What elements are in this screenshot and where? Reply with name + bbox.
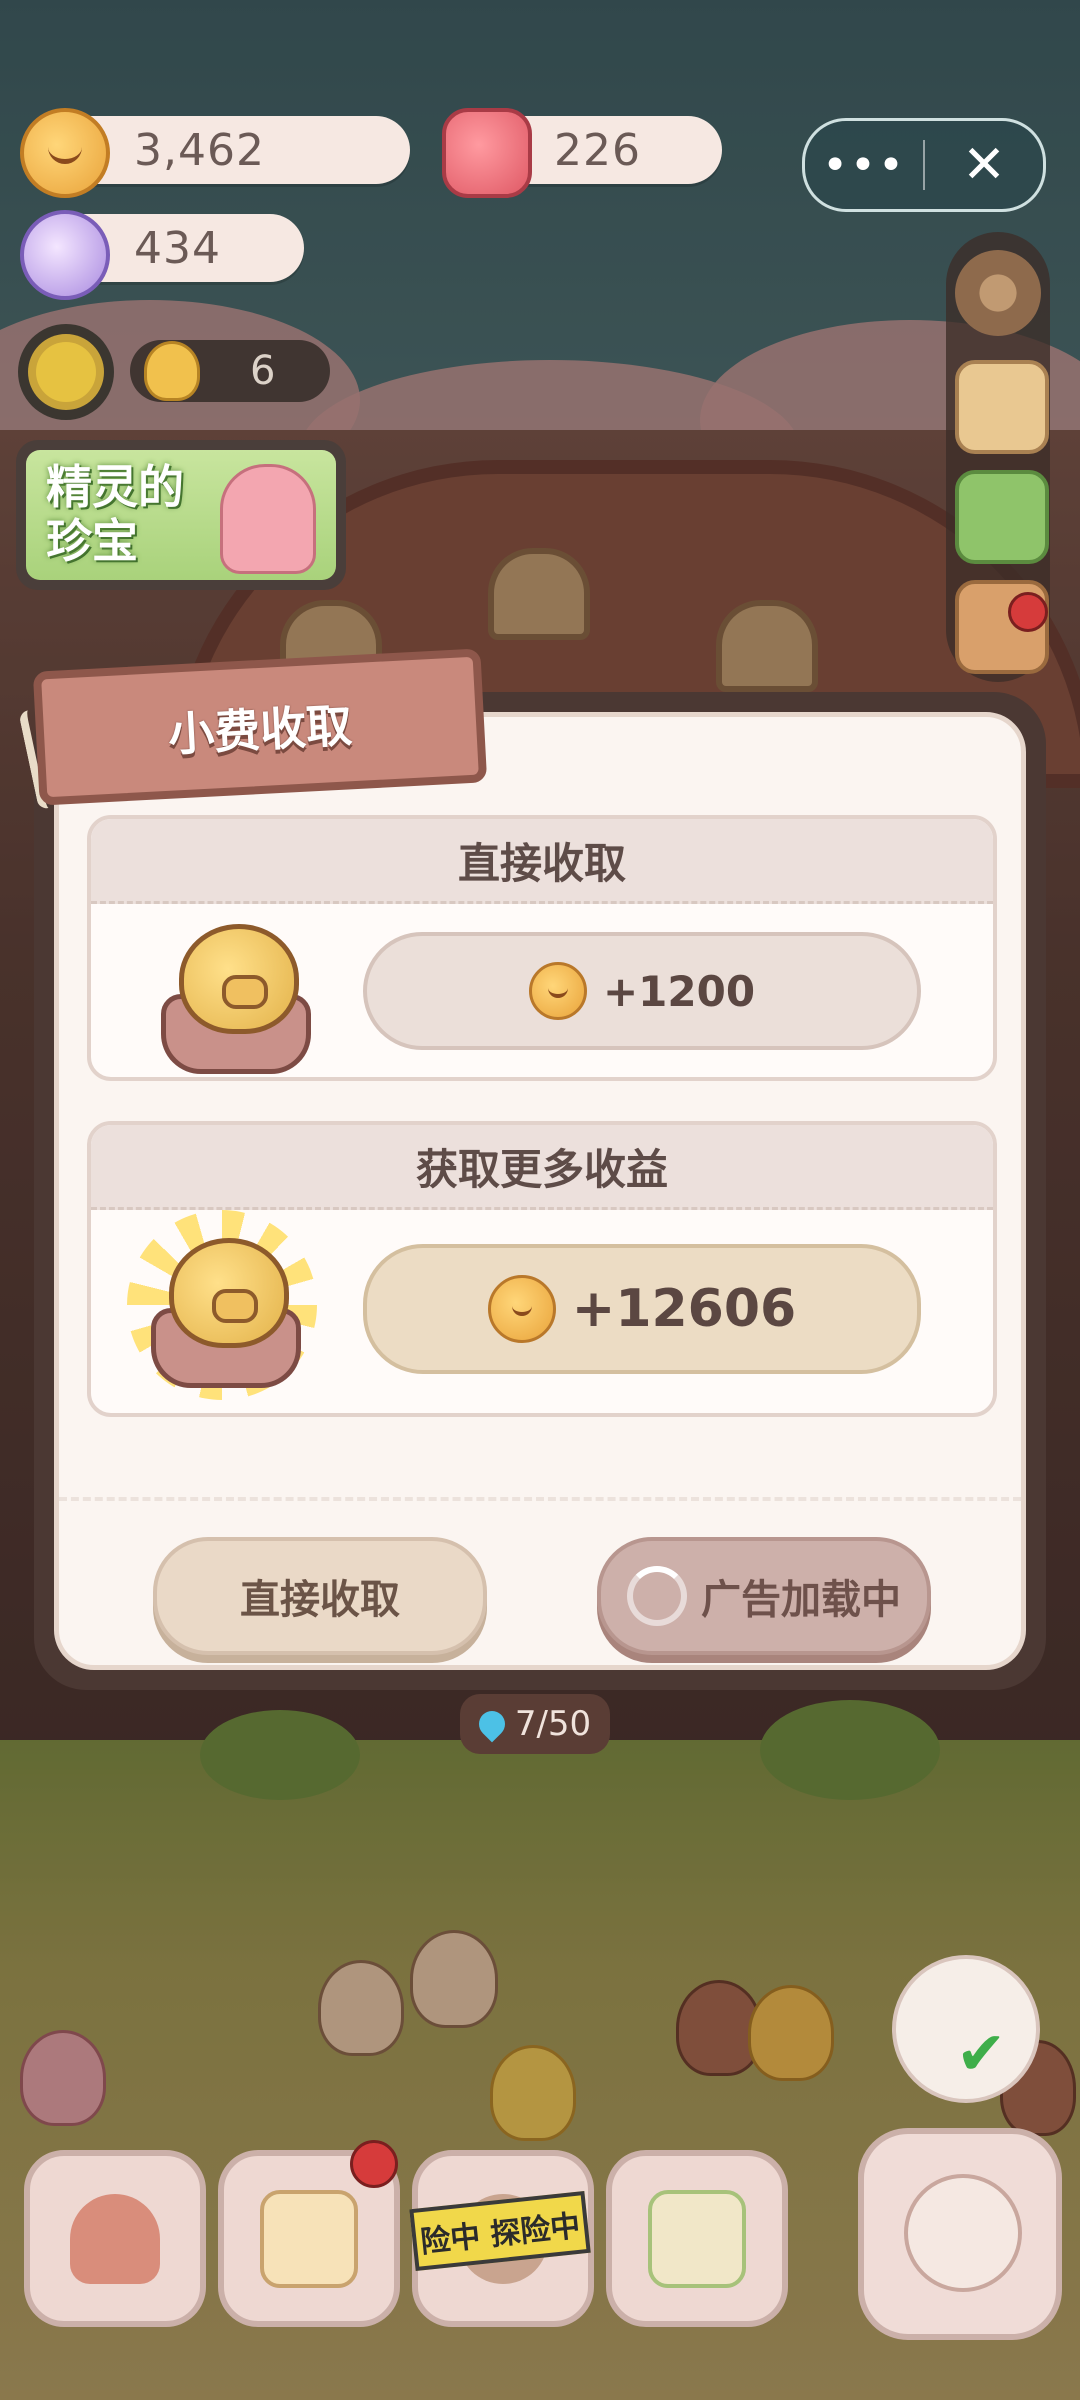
- cookie-icon: [20, 108, 110, 198]
- candy-icon: [20, 210, 110, 300]
- event-banner[interactable]: 精灵的珍宝: [16, 440, 346, 590]
- exploring-tape-label: 险中 探险中: [418, 2208, 582, 2261]
- event-banner-title: 精灵的珍宝: [46, 460, 184, 568]
- direct-collect-button[interactable]: 直接收取: [153, 1537, 487, 1655]
- piggy-bank-icon: [161, 924, 321, 1074]
- strawberry-gem-icon: [442, 108, 532, 198]
- weather-sun-icon[interactable]: [18, 324, 114, 420]
- worker-counter[interactable]: 6: [130, 340, 330, 402]
- cookie-icon: [528, 962, 587, 1020]
- checkmark-icon: ✔: [956, 2019, 1007, 2089]
- shop-stall-icon: [648, 2189, 746, 2288]
- direct-collect-header: 直接收取: [91, 819, 993, 904]
- more-dots-icon[interactable]: •••: [805, 140, 923, 191]
- direct-reward-value: +1200: [602, 966, 756, 1016]
- candy-count: 434: [134, 222, 221, 274]
- direct-collect-card: 直接收取 +1200: [87, 815, 997, 1081]
- cookie-icon: [487, 1275, 556, 1343]
- bonus-reward-value: +12606: [571, 1279, 797, 1339]
- notification-dot: [350, 2140, 398, 2188]
- notebook-icon: [260, 2189, 358, 2288]
- close-icon[interactable]: ✕: [925, 135, 1043, 195]
- tip-collect-modal: 直接收取 +1200 获取更多收益 +12606 直接收取 广告加载中: [34, 692, 1046, 1690]
- gem-count: 226: [554, 124, 641, 176]
- worker-count: 6: [250, 348, 276, 394]
- modal-title-tag: 小费收取: [32, 648, 488, 806]
- miniprogram-capsule: ••• ✕: [802, 118, 1046, 212]
- star-shop-icon[interactable]: [955, 470, 1049, 564]
- nav-pet-button[interactable]: [858, 2128, 1062, 2340]
- bonus-reward-amount: +12606: [363, 1244, 921, 1374]
- watch-ad-button[interactable]: 广告加载中: [597, 1537, 931, 1655]
- pet-clock-icon: [904, 2174, 1022, 2292]
- watch-ad-button-label: 广告加载中: [701, 1577, 901, 1623]
- capacity-indicator: 7/50: [460, 1694, 610, 1754]
- water-drop-icon: [473, 1705, 511, 1743]
- settings-gear-icon[interactable]: [955, 250, 1041, 336]
- mushroom-house-icon: [70, 2193, 160, 2284]
- worker-icon: [144, 341, 200, 401]
- side-menu: [946, 232, 1050, 682]
- footer-divider: [59, 1497, 1021, 1501]
- stamp-card-icon[interactable]: [955, 360, 1049, 454]
- modal-body: 直接收取 +1200 获取更多收益 +12606 直接收取 广告加载中: [54, 712, 1026, 1670]
- nav-house-button[interactable]: [24, 2150, 206, 2327]
- glowing-piggy-bank-icon: [151, 1238, 311, 1388]
- capacity-value: 7/50: [514, 1704, 592, 1744]
- direct-collect-button-label: 直接收取: [240, 1577, 400, 1623]
- cookie-count: 3,462: [134, 124, 265, 176]
- nav-shop-button[interactable]: [606, 2150, 788, 2327]
- fairy-girl-icon: [220, 464, 316, 574]
- bonus-collect-header: 获取更多收益: [91, 1125, 993, 1210]
- modal-title: 小费收取: [166, 698, 354, 762]
- notification-dot: [1008, 592, 1048, 632]
- bonus-collect-card: 获取更多收益 +12606: [87, 1121, 997, 1417]
- direct-reward-amount: +1200: [363, 932, 921, 1050]
- task-complete-bubble[interactable]: ✔: [892, 1955, 1040, 2103]
- loading-spinner-icon: [627, 1566, 687, 1626]
